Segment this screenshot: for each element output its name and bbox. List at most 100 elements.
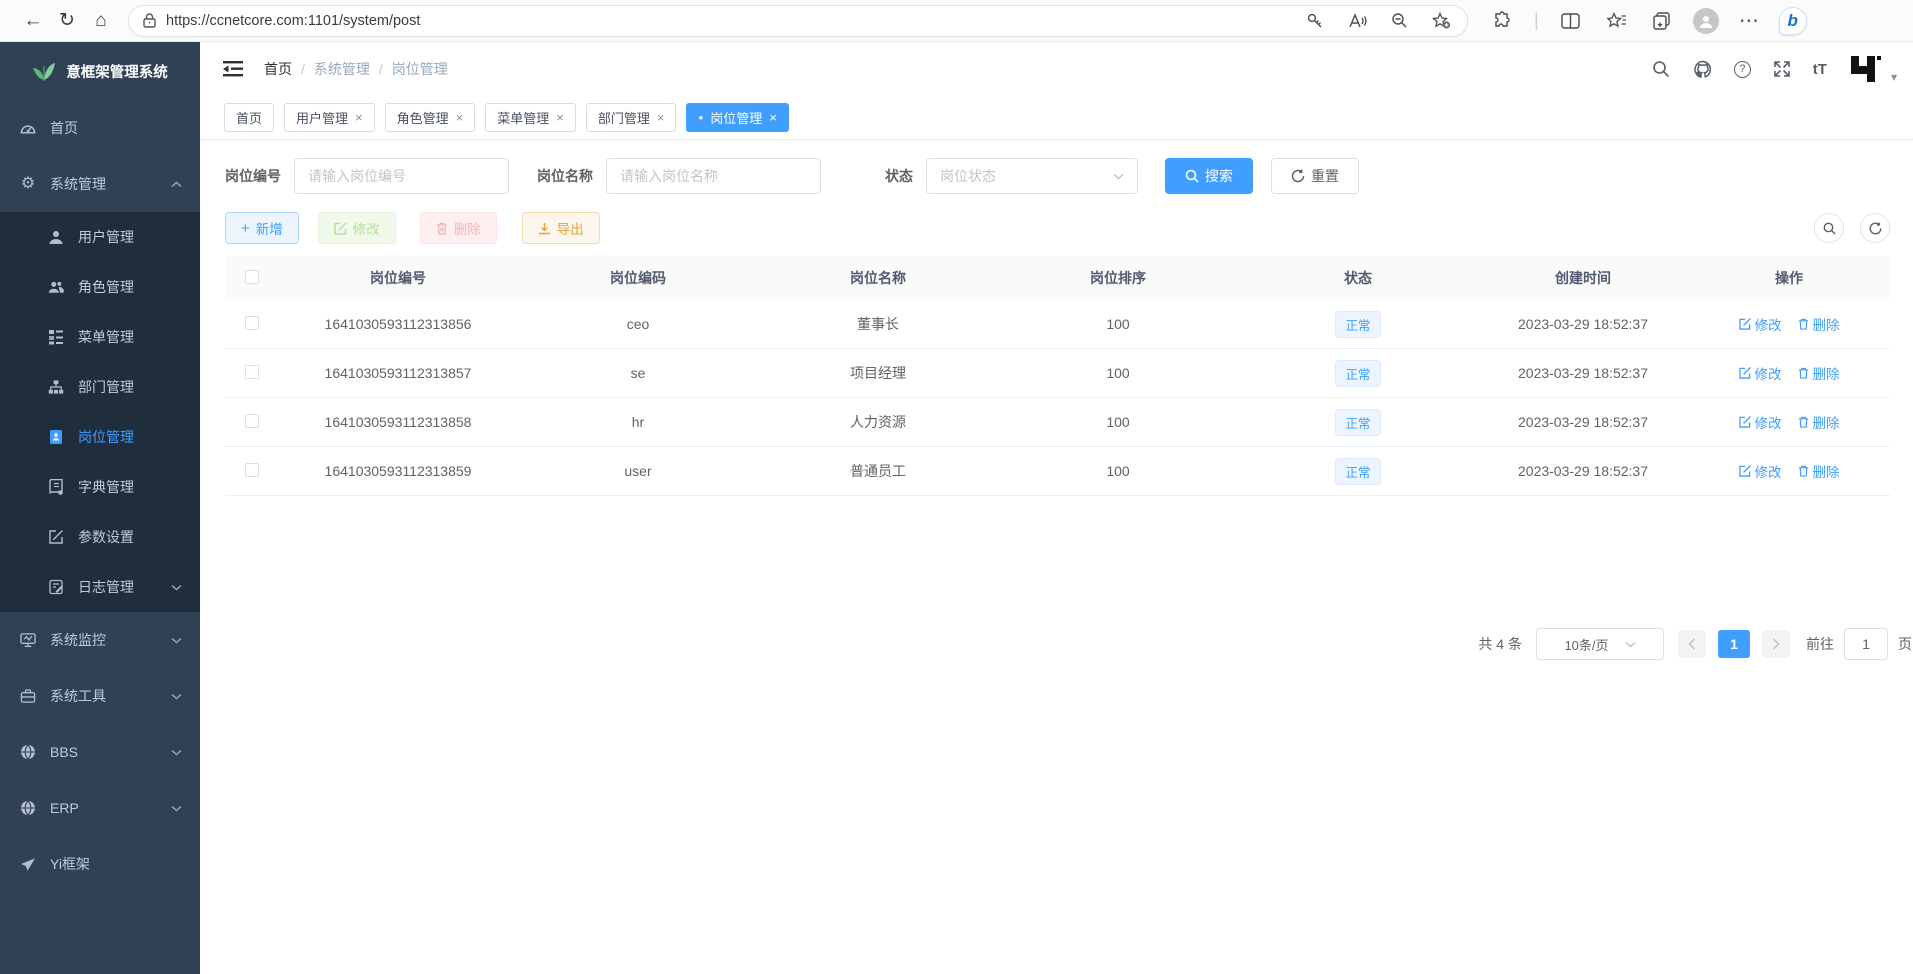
breadcrumb-home[interactable]: 首页: [264, 59, 292, 79]
browser-toolbar: ← ↻ ⌂ https://ccnetcore.com:1101/system/…: [0, 0, 1913, 42]
browser-menu-ellipsis-icon[interactable]: ⋯: [1733, 5, 1765, 37]
next-page-button[interactable]: [1762, 630, 1790, 658]
fullscreen-icon[interactable]: [1771, 58, 1793, 80]
caret-down-icon[interactable]: ▾: [1891, 70, 1897, 84]
edit-button[interactable]: 修改: [318, 212, 396, 244]
table-row[interactable]: 1641030593112313856 ceo 董事长 100 正常 2023-…: [225, 300, 1890, 349]
page-size-select[interactable]: 10条/页: [1536, 628, 1664, 660]
close-icon[interactable]: ×: [769, 110, 777, 125]
browser-home-icon[interactable]: ⌂: [84, 4, 118, 38]
select-all-checkbox[interactable]: [245, 270, 259, 284]
toolbox-icon: [20, 688, 36, 704]
tab-dept-mgmt[interactable]: 部门管理 ×: [586, 103, 677, 132]
row-edit-link[interactable]: 修改: [1739, 363, 1782, 383]
post-name-input[interactable]: [606, 158, 821, 194]
row-edit-link[interactable]: 修改: [1739, 461, 1782, 481]
tab-home[interactable]: 首页: [224, 103, 274, 132]
table-row[interactable]: 1641030593112313858 hr 人力资源 100 正常 2023-…: [225, 398, 1890, 447]
help-icon[interactable]: ?: [1734, 61, 1751, 78]
browser-back-icon[interactable]: ←: [16, 4, 50, 38]
user-avatar[interactable]: ▾: [1847, 54, 1897, 84]
browser-refresh-icon[interactable]: ↻: [50, 4, 84, 38]
row-checkbox[interactable]: [245, 463, 259, 477]
goto-page-input[interactable]: [1844, 628, 1888, 660]
copilot-icon[interactable]: b: [1779, 7, 1807, 35]
favorites-icon[interactable]: [1601, 5, 1633, 37]
zoom-out-icon[interactable]: [1383, 5, 1415, 37]
sidebar-item-monitor[interactable]: 系统监控: [0, 612, 200, 668]
table-row[interactable]: 1641030593112313857 se 项目经理 100 正常 2023-…: [225, 349, 1890, 398]
browser-profile-avatar[interactable]: [1693, 8, 1719, 34]
sidebar-item-bbs[interactable]: BBS: [0, 724, 200, 780]
sidebar-item-log-mgmt[interactable]: 日志管理: [0, 562, 200, 612]
pagination-total: 共 4 条: [1478, 634, 1522, 654]
close-icon[interactable]: ×: [355, 110, 363, 125]
read-aloud-icon[interactable]: [1341, 5, 1373, 37]
collections-icon[interactable]: [1647, 5, 1679, 37]
password-key-icon[interactable]: [1299, 5, 1331, 37]
page-number-1[interactable]: 1: [1718, 630, 1750, 658]
sidebar-item-home[interactable]: 首页: [0, 100, 200, 156]
sidebar-item-role-mgmt[interactable]: 角色管理: [0, 262, 200, 312]
cell-post-code: ceo: [518, 316, 758, 332]
export-button[interactable]: 导出: [522, 212, 600, 244]
refresh-table-button[interactable]: [1860, 213, 1890, 243]
search-icon[interactable]: [1650, 58, 1672, 80]
close-icon[interactable]: ×: [556, 110, 564, 125]
tab-menu-mgmt[interactable]: 菜单管理 ×: [485, 103, 576, 132]
tab-role-mgmt[interactable]: 角色管理 ×: [385, 103, 476, 132]
post-code-input[interactable]: [294, 158, 509, 194]
logo[interactable]: 意框架管理系统: [0, 42, 200, 100]
post-name-label: 岗位名称: [537, 166, 593, 186]
prev-page-button[interactable]: [1678, 630, 1706, 658]
cell-post-sort: 100: [998, 365, 1238, 381]
row-edit-link[interactable]: 修改: [1739, 314, 1782, 334]
address-bar[interactable]: https://ccnetcore.com:1101/system/post: [128, 5, 1468, 37]
row-delete-link[interactable]: 删除: [1798, 314, 1840, 334]
row-delete-link[interactable]: 删除: [1798, 363, 1840, 383]
search-button[interactable]: 搜索: [1165, 158, 1253, 194]
page-size-value: 10条/页: [1564, 635, 1608, 654]
sidebar-item-label: 系统管理: [50, 174, 106, 194]
font-size-icon[interactable]: tT: [1813, 61, 1827, 78]
close-icon[interactable]: ×: [657, 110, 665, 125]
url-text[interactable]: https://ccnetcore.com:1101/system/post: [166, 13, 1299, 29]
sidebar-item-user-mgmt[interactable]: 用户管理: [0, 212, 200, 262]
delete-button[interactable]: 删除: [420, 212, 497, 244]
reset-button[interactable]: 重置: [1271, 158, 1359, 194]
delete-link-label: 删除: [1813, 314, 1840, 334]
trash-icon: [436, 222, 448, 235]
dictionary-icon: [48, 479, 64, 495]
hamburger-collapse-icon[interactable]: [216, 52, 250, 86]
tab-user-mgmt[interactable]: 用户管理 ×: [284, 103, 375, 132]
sidebar-item-erp[interactable]: ERP: [0, 780, 200, 836]
edit-link-label: 修改: [1755, 314, 1782, 334]
sidebar-item-post-mgmt[interactable]: 岗位管理: [0, 412, 200, 462]
status-select[interactable]: 岗位状态: [926, 158, 1138, 194]
sidebar-item-tools[interactable]: 系统工具: [0, 668, 200, 724]
row-checkbox[interactable]: [245, 316, 259, 330]
add-button[interactable]: + 新增: [225, 212, 299, 244]
table-row[interactable]: 1641030593112313859 user 普通员工 100 正常 202…: [225, 447, 1890, 496]
close-icon[interactable]: ×: [456, 110, 464, 125]
sidebar-item-system[interactable]: ⚙ 系统管理: [0, 156, 200, 212]
row-edit-link[interactable]: 修改: [1739, 412, 1782, 432]
sidebar-item-menu-mgmt[interactable]: 菜单管理: [0, 312, 200, 362]
sidebar-item-yi-framework[interactable]: Yi框架: [0, 836, 200, 892]
sidebar-item-dict-mgmt[interactable]: 字典管理: [0, 462, 200, 512]
split-screen-icon[interactable]: [1555, 5, 1587, 37]
extensions-icon[interactable]: [1486, 5, 1518, 37]
lock-icon[interactable]: [143, 13, 156, 28]
tab-post-mgmt[interactable]: ● 岗位管理 ×: [686, 103, 788, 132]
github-icon[interactable]: [1692, 58, 1714, 80]
sidebar-item-param-settings[interactable]: 参数设置: [0, 512, 200, 562]
row-checkbox[interactable]: [245, 365, 259, 379]
sidebar-item-label: 菜单管理: [78, 327, 134, 347]
row-delete-link[interactable]: 删除: [1798, 461, 1840, 481]
chevron-down-icon: [171, 805, 182, 812]
sidebar-item-dept-mgmt[interactable]: 部门管理: [0, 362, 200, 412]
toggle-search-button[interactable]: [1814, 213, 1844, 243]
row-checkbox[interactable]: [245, 414, 259, 428]
add-favorite-star-icon[interactable]: [1425, 5, 1457, 37]
row-delete-link[interactable]: 删除: [1798, 412, 1840, 432]
